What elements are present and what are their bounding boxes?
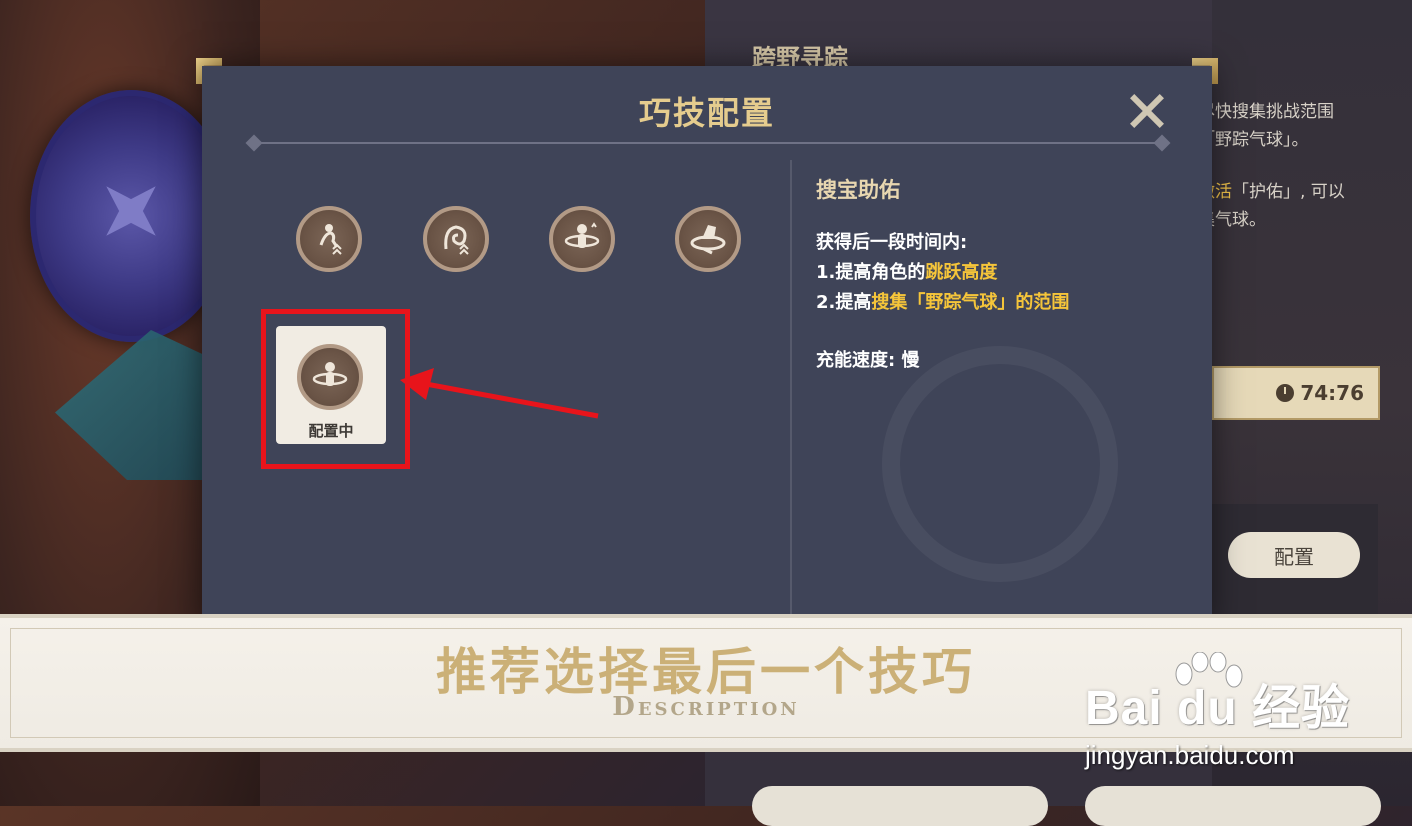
jump-up-icon (319, 224, 342, 255)
bottom-button-left[interactable] (752, 786, 1048, 826)
compass-star-icon (82, 162, 181, 261)
baidu-url: jingyan.baidu.com (1085, 740, 1295, 770)
skill-name: 搜宝助佑 (816, 178, 900, 202)
timer-value: 74:76 (1300, 381, 1364, 405)
skill-option-3[interactable] (549, 206, 615, 272)
clock-icon (1276, 384, 1295, 402)
skill-intro: 获得后一段时间内: (816, 232, 968, 253)
description-watermark (882, 346, 1118, 582)
skill-option-4[interactable] (675, 206, 741, 272)
annotation-highlight-box (261, 309, 410, 469)
bottom-button-right[interactable] (1085, 786, 1381, 826)
event-description-1: 尽快搜集挑战范围 「野踪气球」。 (1198, 102, 1334, 150)
skill-effect-1: 1.提高角色的跳跃高度 (816, 258, 997, 284)
event-description-2: 激活「护佑」, 可以 集气球。 (1198, 178, 1345, 234)
hat-ring-icon (690, 225, 726, 255)
dialog-title: 巧技配置 (638, 94, 775, 132)
skill-effect-2: 2.提高搜集「野踪气球」的范围 (816, 288, 1069, 314)
annotation-arrow-icon (400, 368, 599, 419)
swirl-up-icon (444, 225, 469, 255)
skill-option-1[interactable] (296, 206, 362, 272)
column-divider (790, 160, 792, 626)
config-button[interactable]: 配置 (1228, 532, 1360, 578)
charge-speed: 充能速度: 慢 (816, 350, 920, 371)
effect-1-highlight: 跳跃高度 (925, 262, 998, 283)
effect-2-highlight: 搜集「野踪气球」的范围 (871, 292, 1070, 313)
skill-option-2[interactable] (423, 206, 489, 272)
baidu-jingyan-logo: Bai du 经验 (1085, 682, 1351, 735)
event-timer: 74:76 (1212, 366, 1380, 420)
effect-1-prefix: 1.提高角色的 (816, 262, 926, 283)
title-divider (248, 142, 1168, 144)
close-button[interactable] (1128, 92, 1164, 128)
figure-ring-icon (564, 222, 600, 248)
effect-2-prefix: 2.提高 (816, 292, 872, 313)
